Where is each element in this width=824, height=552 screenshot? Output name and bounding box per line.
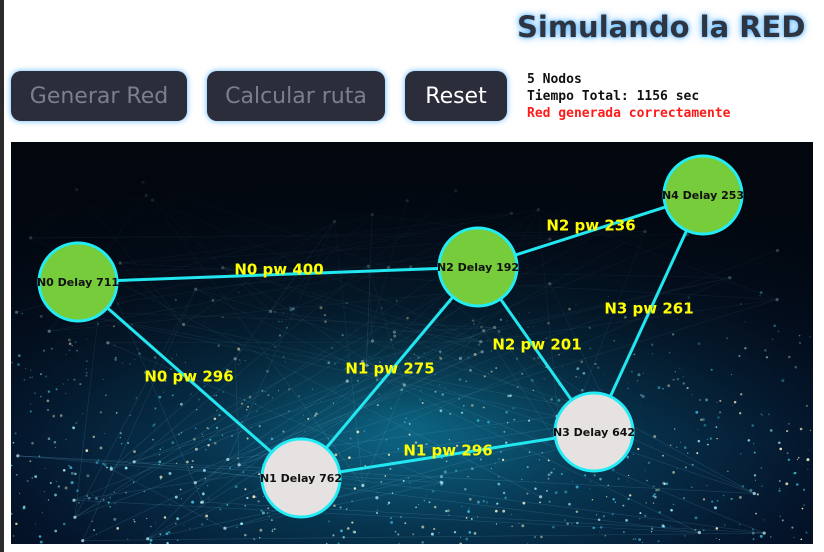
edge-label-n1-n2: N1 pw 275 (345, 360, 434, 378)
node-n0[interactable]: N0 Delay 711 (37, 241, 119, 323)
window-left-edge (0, 0, 4, 552)
status-panel: 5 Nodos Tiempo Total: 1156 sec Red gener… (527, 71, 731, 122)
edge-label-n2-n4: N2 pw 236 (546, 217, 635, 235)
total-time-text: Tiempo Total: 1156 sec (527, 89, 700, 104)
node-label: N2 Delay 192 (437, 261, 519, 274)
generar-red-button[interactable]: Generar Red (11, 71, 187, 121)
reset-button[interactable]: Reset (405, 71, 507, 121)
edge-label-n3-n4: N3 pw 261 (604, 300, 693, 318)
node-n2[interactable]: N2 Delay 192 (437, 226, 519, 308)
node-count-text: 5 Nodos (527, 72, 582, 87)
node-n3[interactable]: N3 Delay 642 (553, 391, 635, 473)
edge-label-n1-n3: N1 pw 296 (403, 442, 492, 460)
network-canvas[interactable]: N0 pw 400 N0 pw 296 N1 pw 275 N1 pw 296 N2 p… (11, 142, 813, 544)
status-message: Red generada correctamente (527, 106, 731, 121)
network-svg: N0 pw 400 N0 pw 296 N1 pw 275 N1 pw 296 N2 p… (11, 142, 813, 544)
node-label: N4 Delay 253 (662, 189, 744, 202)
calcular-ruta-button[interactable]: Calcular ruta (207, 71, 385, 121)
node-label: N0 Delay 711 (37, 276, 119, 289)
node-n4[interactable]: N4 Delay 253 (662, 154, 744, 236)
node-label: N1 Delay 762 (260, 472, 342, 485)
node-n1[interactable]: N1 Delay 762 (260, 437, 342, 519)
edge-label-n2-n3: N2 pw 201 (492, 336, 581, 354)
edge-label-n0-n1: N0 pw 296 (144, 368, 233, 386)
page-title: Simulando la RED (517, 10, 806, 44)
edge-label-n0-n2: N0 pw 400 (234, 261, 323, 279)
node-label: N3 Delay 642 (553, 426, 635, 439)
